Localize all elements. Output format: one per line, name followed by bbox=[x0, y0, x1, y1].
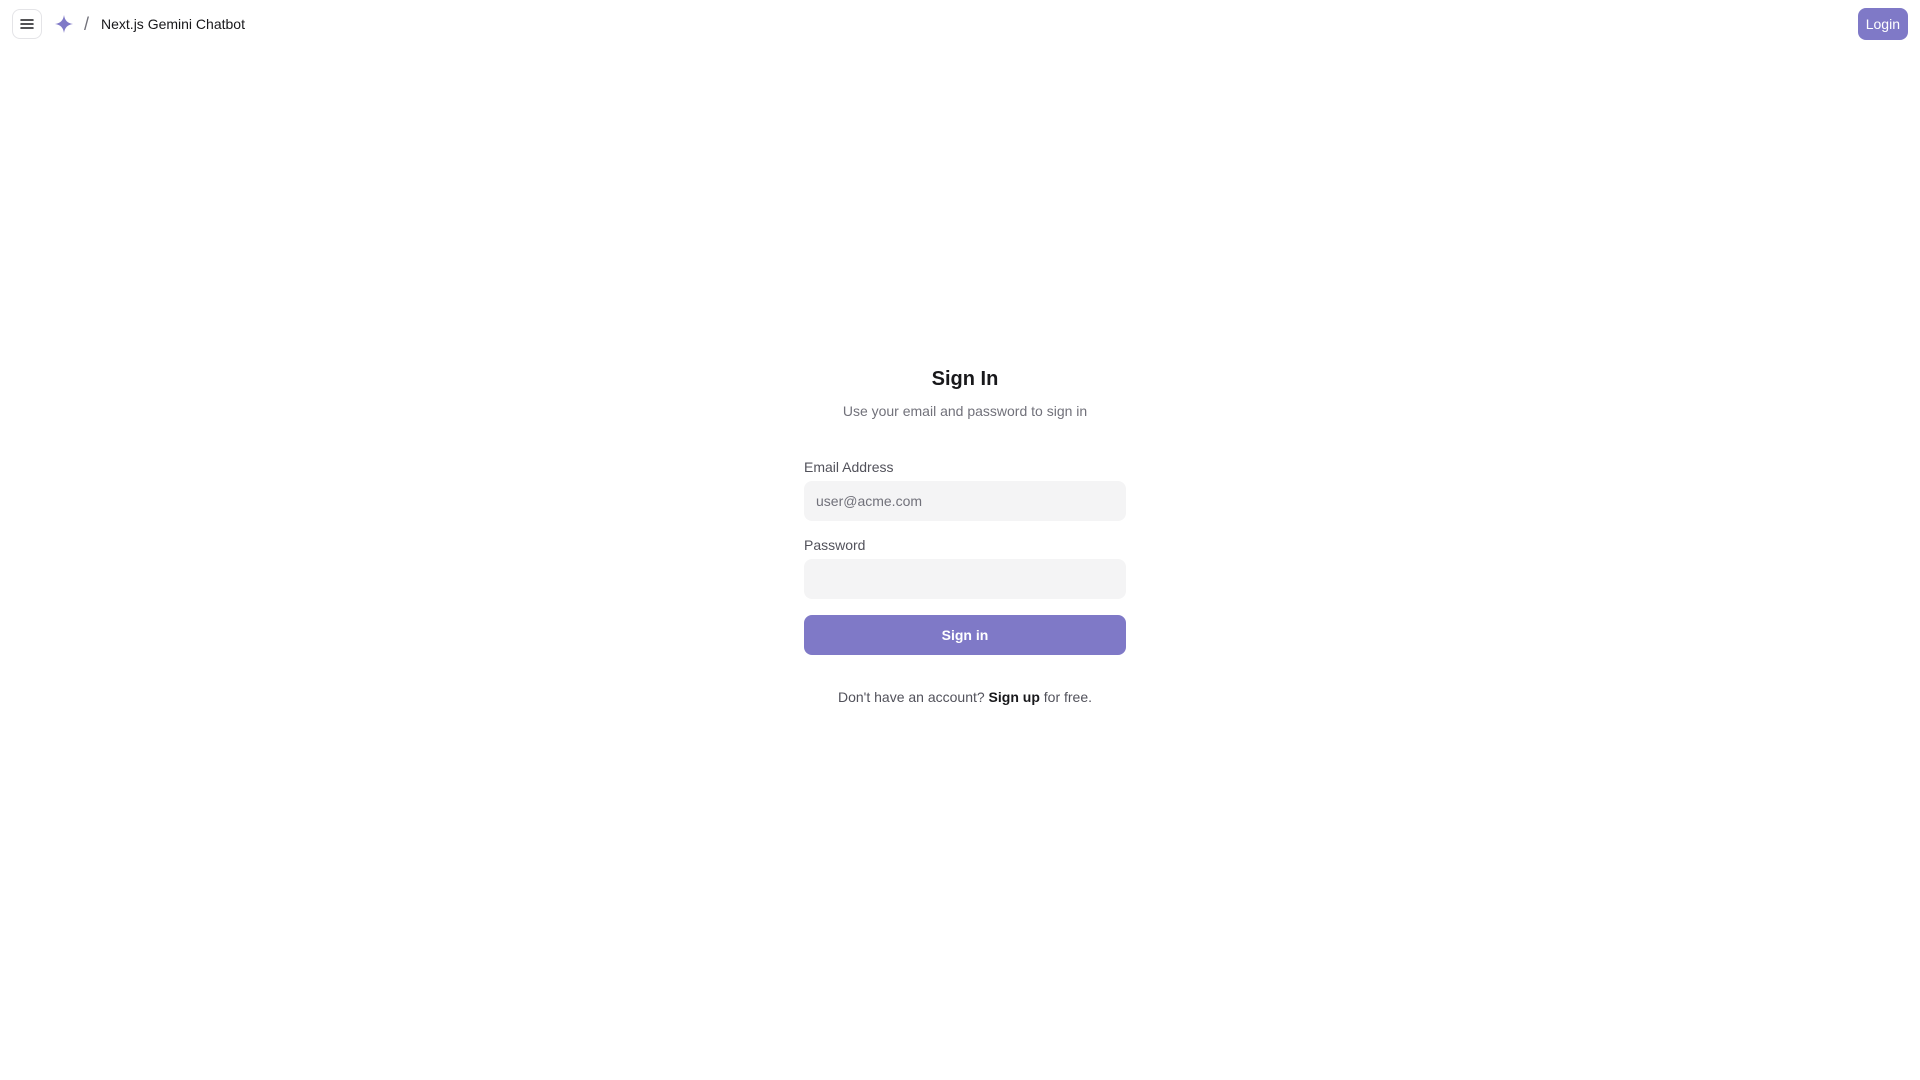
sparkle-icon bbox=[54, 14, 74, 34]
password-label: Password bbox=[804, 537, 866, 553]
password-field-group: Password bbox=[804, 537, 1126, 599]
top-header: / Next.js Gemini Chatbot Login bbox=[0, 0, 1920, 48]
breadcrumb-separator: / bbox=[84, 13, 90, 34]
signup-prompt-suffix: for free. bbox=[1043, 689, 1093, 705]
login-button[interactable]: Login bbox=[1857, 8, 1908, 40]
email-field-group: Email Address bbox=[804, 459, 1126, 521]
sign-in-form: Email Address Password Sign in bbox=[804, 459, 1126, 655]
password-input[interactable] bbox=[804, 559, 1126, 599]
sign-in-button[interactable]: Sign in bbox=[804, 615, 1126, 655]
hamburger-menu-icon bbox=[20, 19, 34, 29]
email-label: Email Address bbox=[804, 459, 894, 475]
app-title[interactable]: Next.js Gemini Chatbot bbox=[101, 16, 245, 32]
page-subtitle: Use your email and password to sign in bbox=[842, 403, 1088, 419]
email-input[interactable] bbox=[804, 481, 1126, 521]
page-title: Sign In bbox=[931, 368, 999, 390]
sign-up-link[interactable]: Sign up bbox=[989, 689, 1040, 705]
sign-in-panel: Sign In Use your email and password to s… bbox=[804, 368, 1126, 705]
signup-prompt-prefix: Don't have an account? bbox=[837, 689, 985, 705]
signup-prompt: Don't have an account? Sign up for free. bbox=[804, 689, 1126, 705]
sidebar-toggle-button[interactable] bbox=[12, 9, 42, 39]
